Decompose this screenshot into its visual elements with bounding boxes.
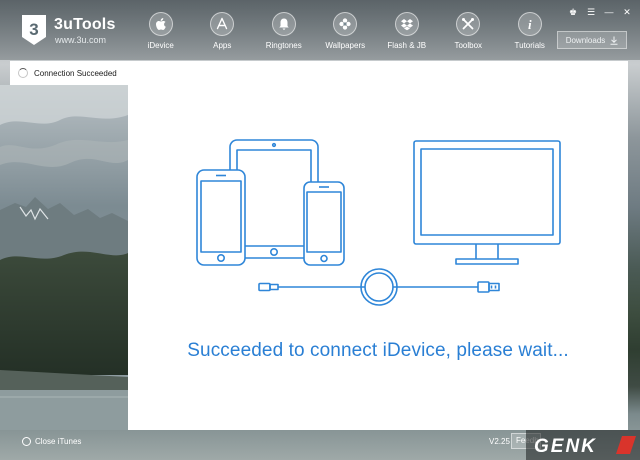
close-itunes-label: Close iTunes [35,437,82,446]
logo-text: 3 [29,20,38,39]
nav-label: Wallpapers [325,41,366,50]
menu-icon[interactable]: ☰ [584,6,598,18]
nav-label: Toolbox [454,41,483,50]
download-icon [610,36,618,45]
app-store-icon [210,12,235,36]
tools-icon [456,12,481,36]
nav-label: Tutorials [514,41,545,50]
app-logo-icon: 3 [20,13,48,47]
loading-spinner-icon [18,68,28,78]
landscape-background [0,85,128,430]
nav-label: Apps [213,41,232,50]
nav-label: Ringtones [265,41,302,50]
downloads-button[interactable]: Downloads [557,31,627,49]
nav-item-apps[interactable]: Apps [192,12,254,56]
connection-status-bar: Connection Succeeded [10,61,128,85]
usb-cable-icon [258,268,500,306]
nav-label: Flash & JB [387,41,427,50]
title-bar: 3 3uTools www.3u.com iDevice Apps Ringto… [0,0,640,60]
iphone-small-icon [303,181,345,266]
bell-icon [271,12,296,36]
app-window: 3 3uTools www.3u.com iDevice Apps Ringto… [0,0,640,460]
monitor-icon [413,140,561,265]
nav-item-flash-jb[interactable]: Flash & JB [376,12,438,56]
nav-item-idevice[interactable]: iDevice [130,12,192,56]
app-name: 3uTools [54,16,116,33]
connection-status: Connection Succeeded [34,68,117,78]
flower-icon [333,12,358,36]
main-panel: Succeeded to connect iDevice, please wai… [128,61,628,430]
watermark-logo: GENK [526,430,640,460]
main-nav: iDevice Apps Ringtones Wallpapers Flash … [130,12,561,56]
device-connection-illustration [196,139,561,306]
dropbox-icon [394,12,419,36]
nav-item-tutorials[interactable]: i Tutorials [499,12,561,56]
watermark-text: GENK [534,436,597,457]
window-controls: ♚ ☰ — ✕ [566,6,634,18]
nav-item-toolbox[interactable]: Toolbox [438,12,500,56]
radio-circle-icon [22,437,31,446]
app-site: www.3u.com [55,35,107,45]
downloads-label: Downloads [565,35,606,45]
close-itunes-button[interactable]: Close iTunes [22,437,81,446]
connection-message: Succeeded to connect iDevice, please wai… [187,340,569,361]
skin-icon[interactable]: ♚ [566,6,580,18]
info-icon: i [517,12,542,36]
nav-label: iDevice [147,41,174,50]
nav-item-wallpapers[interactable]: Wallpapers [315,12,377,56]
iphone-large-icon [196,169,246,266]
version-label: V2.25 [489,437,510,446]
apple-icon [148,12,173,36]
minimize-icon[interactable]: — [602,6,616,18]
close-icon[interactable]: ✕ [620,6,634,18]
nav-item-ringtones[interactable]: Ringtones [253,12,315,56]
